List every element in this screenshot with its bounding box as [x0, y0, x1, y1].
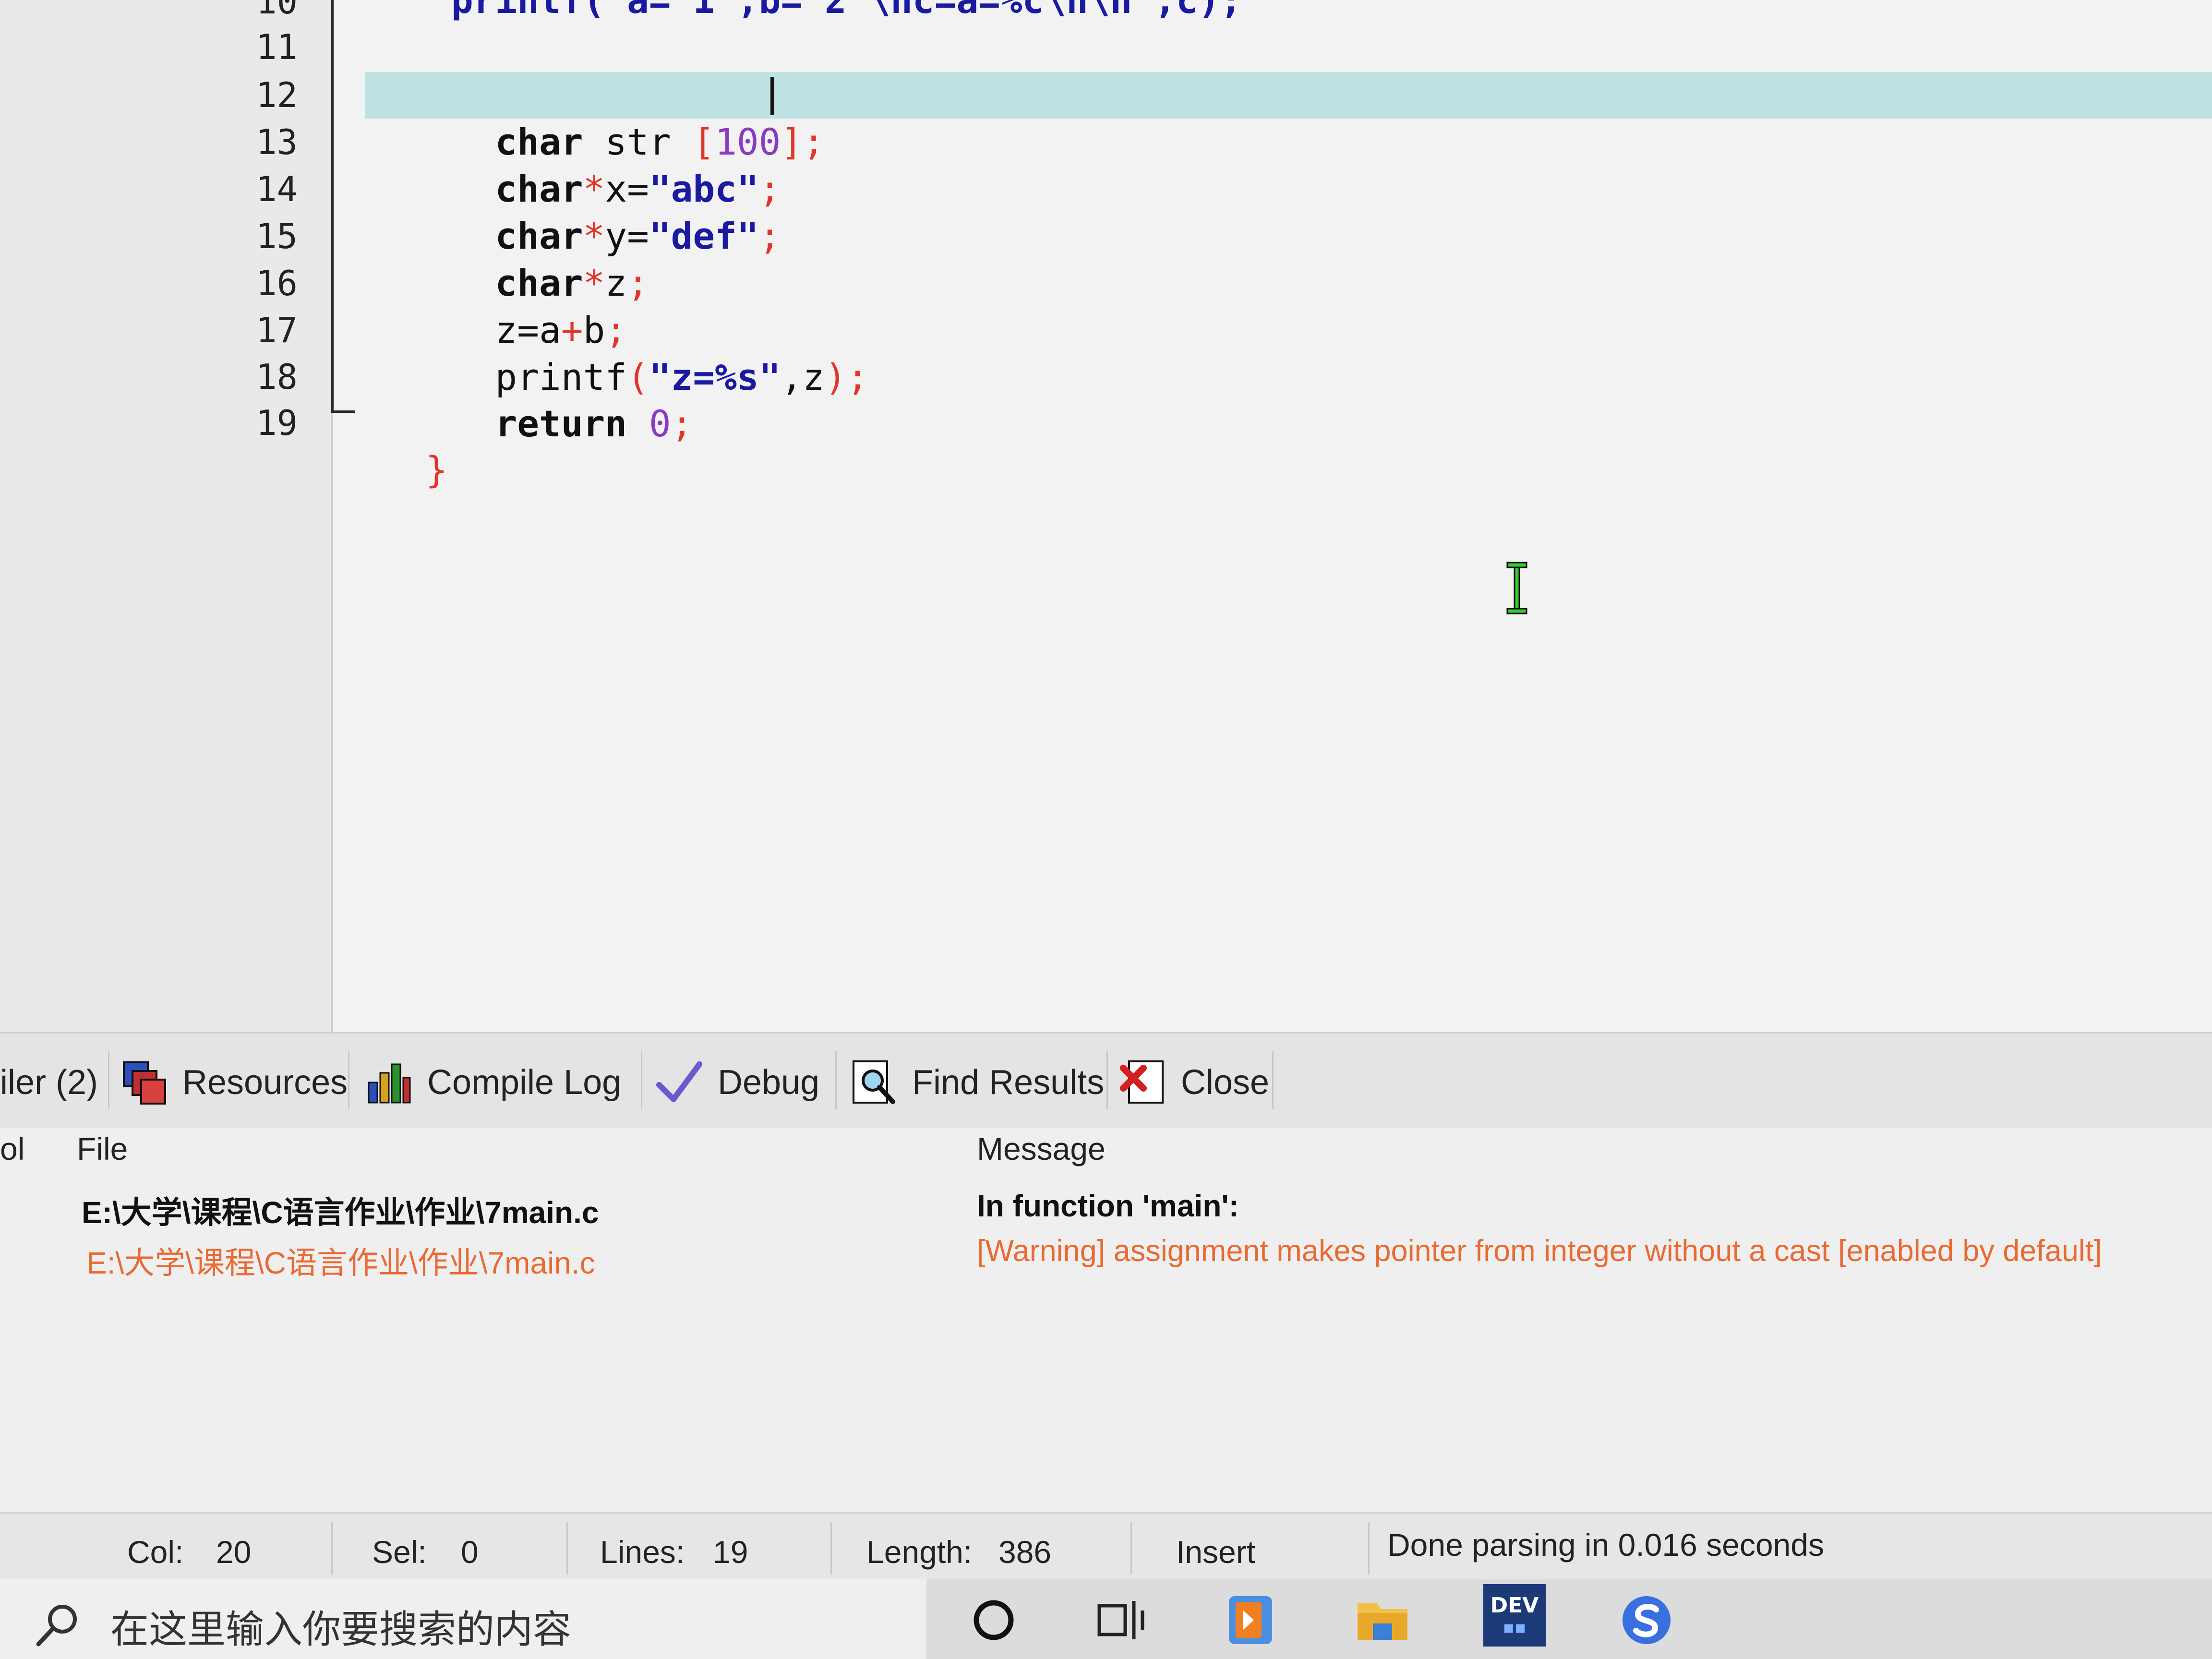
status-separator: [331, 1522, 333, 1575]
sogou-icon[interactable]: [1613, 1587, 1680, 1654]
tab-separator: [1106, 1051, 1108, 1109]
text-caret: [770, 77, 774, 115]
line-number: 17: [256, 310, 298, 350]
media-player-icon[interactable]: [1217, 1587, 1284, 1654]
tab-label: iler (2): [0, 1063, 98, 1102]
status-lines-value: 19: [713, 1534, 748, 1570]
semicolon: ;: [846, 356, 869, 398]
file-explorer-icon[interactable]: [1349, 1587, 1416, 1654]
message-text: In function 'main':: [977, 1189, 1239, 1223]
bracket: ]: [781, 120, 803, 163]
message-file: E:\大学\课程\C语言作业\作业\7main.c: [86, 1246, 595, 1280]
line-number: 18: [256, 357, 298, 397]
tab-close[interactable]: Close: [1118, 1046, 1269, 1118]
status-col-value: 20: [216, 1534, 252, 1570]
status-mode: Insert: [1176, 1534, 1256, 1570]
bar-chart-icon: [365, 1058, 413, 1106]
number-literal: 0: [627, 402, 671, 445]
status-separator: [566, 1522, 568, 1575]
i-beam-cursor-icon: [1505, 562, 1529, 614]
tab-debug[interactable]: Debug: [655, 1046, 819, 1118]
status-separator: [830, 1522, 832, 1575]
code-line-16[interactable]: z=a+b;: [451, 260, 627, 351]
tab-compile-log[interactable]: Compile Log: [365, 1046, 621, 1118]
code-line-18[interactable]: return 0;: [451, 354, 693, 445]
column-header-line[interactable]: ol: [0, 1130, 24, 1167]
tab-separator: [835, 1051, 837, 1109]
line-number: 12: [256, 75, 298, 115]
tab-separator: [348, 1051, 349, 1109]
task-view-icon[interactable]: [1087, 1587, 1154, 1654]
status-sel-label: Sel:: [372, 1534, 427, 1570]
tab-compiler[interactable]: iler (2): [0, 1046, 98, 1118]
column-header-message[interactable]: Message: [977, 1130, 1106, 1167]
semicolon: ;: [803, 120, 825, 163]
line-number: 14: [256, 169, 298, 209]
find-icon: [850, 1058, 898, 1106]
semicolon: ;: [758, 215, 781, 257]
status-separator: [1368, 1522, 1370, 1575]
line-number: 13: [256, 122, 298, 162]
message-text: [Warning] assignment makes pointer from …: [977, 1234, 2102, 1268]
resources-icon: [120, 1058, 168, 1106]
search-placeholder: 在这里输入你要搜索的内容: [110, 1608, 571, 1651]
arguments: ,z: [781, 356, 825, 398]
tab-separator: [1272, 1051, 1274, 1109]
cortana-icon[interactable]: [960, 1587, 1027, 1654]
string-literal: "def": [649, 215, 759, 257]
code-line-10[interactable]: printf( a= 1 ,b= 2 \nc=a=%c\n\n",c);: [451, 0, 1242, 24]
line-number: 15: [256, 216, 298, 256]
code-fold-end: [331, 410, 355, 413]
code-line-17[interactable]: printf("z=%s",z);: [451, 307, 869, 398]
dev-cpp-icon[interactable]: DEV ▪▪: [1483, 1584, 1546, 1647]
status-separator: [1130, 1522, 1132, 1575]
closing-brace: }: [425, 448, 448, 491]
status-col-label: Col:: [127, 1534, 184, 1570]
tab-find-results[interactable]: Find Results: [850, 1046, 1104, 1118]
checkmark-icon: [655, 1058, 703, 1106]
status-message: Done parsing in 0.016 seconds: [1387, 1527, 1824, 1563]
tab-label: Debug: [718, 1063, 820, 1102]
code-line-14[interactable]: char*y="def";: [451, 166, 781, 257]
line-number: 19: [256, 403, 298, 443]
status-length-value: 386: [998, 1534, 1052, 1570]
tab-label: Resources: [182, 1063, 348, 1102]
tab-separator: [108, 1051, 109, 1109]
paren: ): [824, 356, 847, 398]
code-line-19[interactable]: }: [382, 400, 448, 491]
close-icon: [1118, 1058, 1166, 1106]
message-file: E:\大学\课程\C语言作业\作业\7main.c: [82, 1195, 599, 1230]
search-icon[interactable]: [34, 1601, 82, 1649]
compiler-messages-pane: [0, 1128, 2212, 1512]
column-header-file[interactable]: File: [77, 1130, 128, 1167]
tab-label: Close: [1181, 1063, 1270, 1102]
semicolon: ;: [671, 402, 693, 445]
cpp-glyph: ▪▪: [1503, 1618, 1527, 1637]
status-length-label: Length:: [866, 1534, 973, 1570]
tab-resources[interactable]: Resources: [120, 1046, 348, 1118]
code-line-13[interactable]: char*x="abc";: [451, 119, 781, 210]
tab-label: Compile Log: [427, 1063, 622, 1102]
line-number: 10: [256, 0, 298, 22]
keyword: return: [495, 402, 627, 445]
line-number: 11: [256, 27, 298, 67]
status-sel-value: 0: [461, 1534, 479, 1570]
status-lines-label: Lines:: [600, 1534, 685, 1570]
dev-label: DEV: [1490, 1593, 1539, 1618]
code-line-12[interactable]: char str [100];: [451, 72, 825, 163]
tab-label: Find Results: [912, 1063, 1105, 1102]
line-number: 16: [256, 263, 298, 303]
code-fold-line: [331, 0, 334, 413]
tab-separator: [641, 1051, 642, 1109]
code-line-15[interactable]: char*z;: [451, 213, 649, 304]
semicolon: ;: [627, 262, 649, 304]
